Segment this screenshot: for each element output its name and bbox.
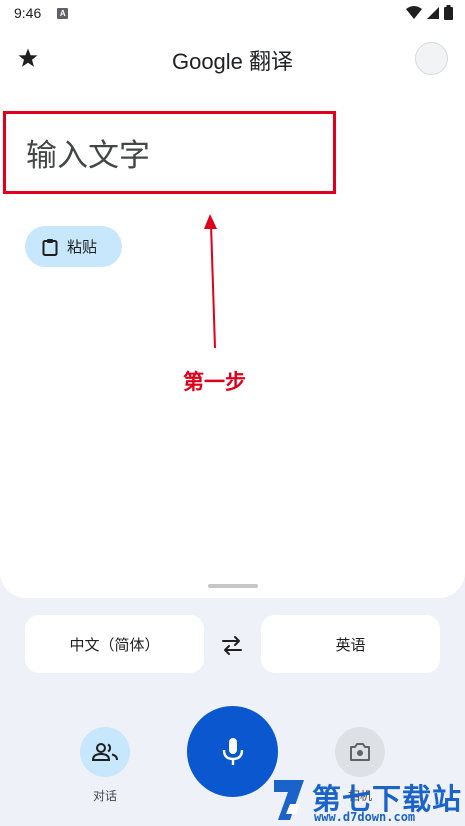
input-panel: [0, 0, 465, 598]
status-time: 9:46: [14, 5, 42, 21]
microphone-button[interactable]: [187, 706, 278, 797]
microphone-icon: [222, 737, 243, 765]
status-icons: [406, 5, 453, 20]
cellular-icon: [427, 6, 439, 19]
watermark: 第七下载站 www.d7down.com: [270, 774, 465, 826]
people-icon: [92, 743, 118, 761]
app-title: Google 翻译: [171, 49, 294, 74]
annotation-highlight-box: [3, 111, 336, 194]
watermark-logo-icon: [274, 780, 304, 820]
annotation-arrow: [204, 214, 217, 349]
swap-languages-icon[interactable]: [219, 633, 245, 657]
drag-handle[interactable]: [208, 584, 258, 588]
source-language-button[interactable]: 中文（简体）: [25, 615, 204, 673]
clipboard-icon: [42, 238, 58, 256]
watermark-url: www.d7down.com: [314, 810, 416, 824]
target-language-button[interactable]: 英语: [261, 615, 440, 673]
camera-lens-icon: [350, 743, 370, 761]
avatar[interactable]: [415, 42, 448, 75]
conversation-label: 对话: [92, 789, 117, 803]
camera-button[interactable]: [335, 727, 385, 777]
conversation-button[interactable]: [80, 727, 130, 777]
step-label: 第一步: [183, 369, 246, 394]
wifi-icon: [406, 5, 422, 19]
paste-label: 粘贴: [67, 238, 98, 256]
paste-button[interactable]: 粘贴: [25, 226, 122, 267]
notification-icon: A: [57, 7, 69, 19]
status-bar: 9:46 A: [0, 0, 465, 26]
battery-icon: [444, 5, 453, 20]
app-bar: Google 翻译: [0, 34, 465, 82]
